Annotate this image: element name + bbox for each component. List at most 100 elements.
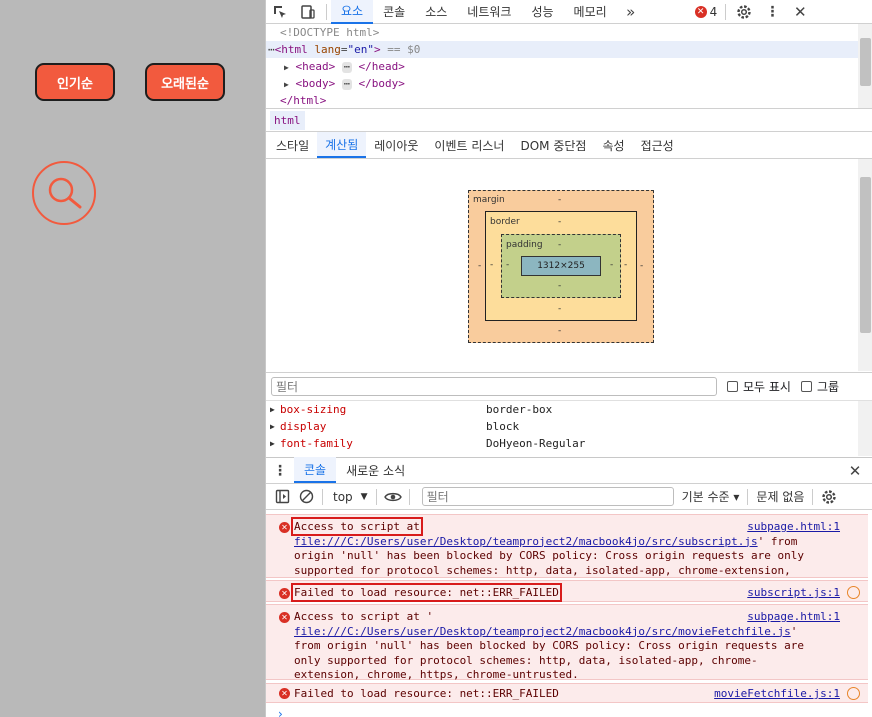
tab-computed[interactable]: 계산됨	[317, 132, 367, 158]
dom-tree-scrollbar[interactable]	[858, 24, 872, 108]
search-button[interactable]	[32, 161, 96, 225]
console-error-message[interactable]: ✕ Failed to load resource: net::ERR_FAIL…	[266, 683, 868, 703]
toolbar-divider	[322, 488, 323, 505]
toolbar-divider	[725, 3, 727, 20]
console-prompt[interactable]: ›	[278, 707, 283, 717]
padding-label: padding	[506, 240, 543, 250]
console-error-message[interactable]: ✕ Access to script at ' file:///C:/Users…	[266, 604, 868, 681]
border-label: border	[490, 217, 520, 227]
file-link[interactable]: file:///C:/Users/user/Desktop/teamprojec…	[294, 625, 791, 638]
console-messages: ✕ Access to script at file:///C:/Users/u…	[266, 511, 872, 717]
error-icon: ✕	[279, 688, 290, 699]
scrollbar-thumb[interactable]	[860, 38, 871, 86]
elements-sub-tabs: 스타일 계산됨 레이아웃 이벤트 리스너 DOM 중단점 속성 접근성	[266, 132, 872, 159]
property-row[interactable]: ▶ display block	[266, 418, 872, 435]
settings-gear-icon[interactable]	[730, 0, 758, 24]
tab-event-listeners[interactable]: 이벤트 리스너	[426, 132, 512, 158]
source-link[interactable]: subpage.html:1	[747, 520, 840, 534]
dom-node-body[interactable]: ▶ <body> ⋯ </body>	[266, 75, 872, 92]
sort-popular-button[interactable]: 인기순	[35, 63, 115, 101]
sort-oldest-button[interactable]: 오래된순	[145, 63, 225, 101]
computed-filter-input[interactable]: 필터	[271, 377, 717, 396]
box-model-content[interactable]: 1312×255	[521, 256, 601, 276]
network-request-icon[interactable]	[847, 687, 860, 700]
network-request-icon[interactable]	[847, 586, 860, 599]
tab-dom-breakpoints[interactable]: DOM 중단점	[512, 132, 594, 158]
tab-layout[interactable]: 레이아웃	[366, 132, 426, 158]
source-link[interactable]: movieFetchfile.js:1	[714, 687, 840, 701]
file-link[interactable]: file:///C:/Users/user/Desktop/teamprojec…	[294, 535, 758, 548]
close-devtools-icon[interactable]: ✕	[786, 0, 814, 24]
source-link[interactable]: subpage.html:1	[747, 610, 840, 624]
dom-doctype[interactable]: <!DOCTYPE html>	[266, 24, 872, 41]
context-selector[interactable]: top ▼	[333, 490, 368, 504]
dropdown-arrow-icon: ▼	[360, 491, 368, 502]
tab-sources[interactable]: 소스	[415, 0, 457, 24]
drawer-menu-icon[interactable]: ⋮	[266, 459, 294, 483]
computed-filter-row: 필터 모두 표시 그룹	[266, 372, 872, 400]
properties-scrollbar[interactable]	[858, 401, 872, 456]
tab-properties[interactable]: 속성	[594, 132, 632, 158]
devtools-main-toolbar: 요소 콘솔 소스 네트워크 성능 메모리 » ✕ 4 ⋮ ✕	[266, 0, 872, 24]
highlighted-text: Failed to load resource: net::ERR_FAILED	[291, 583, 562, 602]
error-icon: ✕	[279, 522, 290, 533]
error-icon: ✕	[279, 612, 290, 623]
checkbox-box[interactable]	[800, 381, 812, 392]
breadcrumb-item-html[interactable]: html	[270, 110, 305, 130]
log-level-dropdown[interactable]: 기본 수준 ▾	[682, 488, 740, 505]
property-row[interactable]: ▶ font-family DoHyeon-Regular	[266, 435, 872, 452]
drawer-tabs: ⋮ 콘솔 새로운 소식 ✕	[266, 457, 872, 484]
more-tabs-icon[interactable]: »	[617, 0, 645, 24]
checkbox-box[interactable]	[727, 381, 738, 392]
tab-memory[interactable]: 메모리	[564, 0, 617, 24]
tab-styles[interactable]: 스타일	[268, 132, 317, 158]
show-all-checkbox[interactable]: 모두 표시	[727, 378, 791, 395]
tab-network[interactable]: 네트워크	[457, 0, 521, 24]
collapsed-children-pill[interactable]: ⋯	[341, 62, 352, 73]
scrollbar-thumb[interactable]	[860, 177, 871, 333]
toolbar-divider	[326, 3, 327, 20]
dom-tree: <!DOCTYPE html> ⋯<html lang="en"> == $0 …	[266, 24, 872, 108]
sidebar-toggle-icon[interactable]	[270, 485, 294, 509]
kebab-menu-icon[interactable]: ⋮	[758, 0, 786, 24]
property-row[interactable]: ▶ box-sizing border-box	[266, 401, 872, 418]
issues-counter[interactable]: 문제 없음	[756, 488, 804, 505]
tab-accessibility[interactable]: 접근성	[633, 132, 682, 158]
device-toolbar-icon[interactable]	[294, 0, 322, 24]
console-error-message[interactable]: ✕ Failed to load resource: net::ERR_FAIL…	[266, 580, 868, 602]
dom-node-html-close[interactable]: </html>	[266, 92, 872, 108]
tab-console[interactable]: 콘솔	[373, 0, 415, 24]
drawer-tab-whats-new[interactable]: 새로운 소식	[336, 457, 415, 483]
computed-scrollbar[interactable]	[858, 159, 872, 371]
live-expression-eye-icon[interactable]	[381, 485, 405, 509]
expand-triangle-icon[interactable]: ▶	[270, 435, 275, 452]
toolbar-divider	[812, 488, 814, 505]
search-icon	[48, 177, 82, 209]
error-count-badge[interactable]: ✕ 4	[694, 4, 718, 19]
console-error-message[interactable]: ✕ Access to script at file:///C:/Users/u…	[266, 514, 868, 591]
dom-node-html[interactable]: ⋯<html lang="en"> == $0	[266, 41, 872, 58]
close-drawer-icon[interactable]: ✕	[841, 459, 869, 483]
dom-node-head[interactable]: ▶ <head> ⋯ </head>	[266, 58, 872, 75]
group-checkbox[interactable]: 그룹	[800, 378, 839, 395]
collapsed-children-pill[interactable]: ⋯	[341, 79, 352, 90]
message-text: Failed to load resource: net::ERR_FAILED	[291, 583, 814, 602]
source-link[interactable]: subscript.js:1	[747, 586, 840, 600]
expand-triangle-icon: ▶	[284, 80, 289, 89]
console-settings-gear-icon[interactable]	[817, 485, 841, 509]
expand-triangle-icon[interactable]: ▶	[270, 418, 275, 435]
tab-performance[interactable]: 성능	[521, 0, 563, 24]
inspect-element-icon[interactable]	[266, 0, 294, 24]
clear-console-icon[interactable]	[294, 485, 318, 509]
console-filter-input[interactable]: 필터	[421, 487, 674, 506]
error-icon: ✕	[279, 588, 290, 599]
drawer-tab-console[interactable]: 콘솔	[294, 457, 337, 483]
tab-elements[interactable]: 요소	[331, 0, 374, 24]
devtools-panel: 요소 콘솔 소스 네트워크 성능 메모리 » ✕ 4 ⋮ ✕ <!DOCTYPE…	[265, 0, 872, 717]
expand-triangle-icon[interactable]: ▶	[270, 401, 275, 418]
error-count: 4	[709, 4, 718, 19]
toolbar-divider	[375, 488, 377, 505]
expand-triangle-icon: ▶	[284, 63, 289, 72]
message-text: Access to script at ' file:///C:/Users/u…	[294, 610, 804, 681]
highlighted-text: Access to script at	[291, 517, 423, 536]
